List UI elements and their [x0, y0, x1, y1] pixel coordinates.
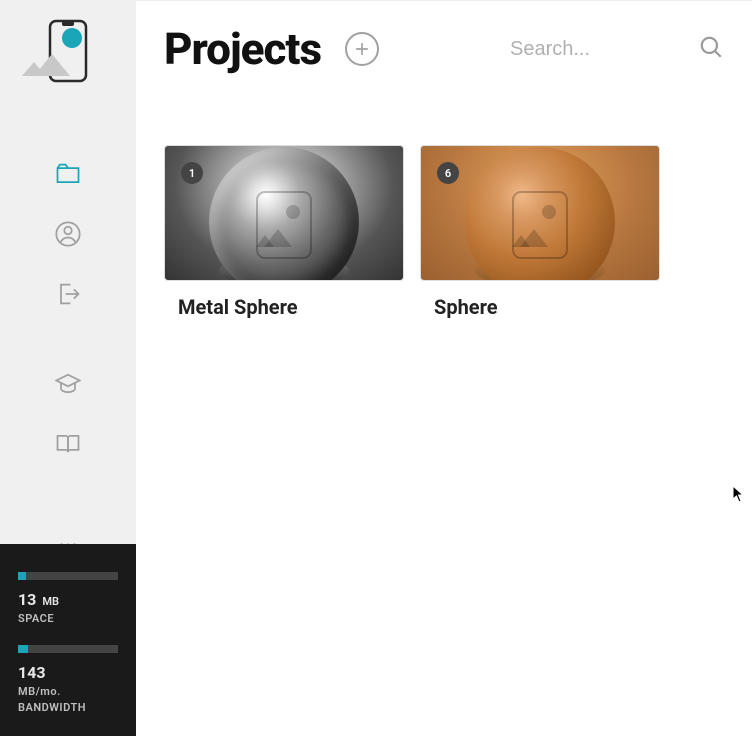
- project-thumbnail: 6: [420, 145, 660, 281]
- main: Projects 1: [136, 0, 752, 736]
- usage-space-value: 13: [18, 590, 36, 609]
- search-icon[interactable]: [698, 34, 724, 64]
- usage-space-label: SPACE: [18, 612, 118, 625]
- project-grid: 1 Metal Sphere 6: [164, 145, 724, 319]
- search-input[interactable]: [510, 38, 690, 61]
- project-title: Metal Sphere: [164, 295, 404, 319]
- nav-account[interactable]: [48, 214, 88, 254]
- usage-space-bar: [18, 572, 118, 580]
- nav-projects[interactable]: [48, 154, 88, 194]
- project-title: Sphere: [420, 295, 660, 319]
- usage-bandwidth-value: 143: [18, 663, 46, 682]
- project-thumbnail: 1: [164, 145, 404, 281]
- header: Projects: [164, 23, 724, 75]
- usage-space-unit: MB: [42, 595, 59, 608]
- add-project-button[interactable]: [345, 32, 379, 66]
- project-card[interactable]: 6 Sphere: [420, 145, 660, 319]
- nav-docs[interactable]: [48, 424, 88, 464]
- sidebar: 13 MB SPACE 143 MB/mo. BANDWIDTH: [0, 0, 136, 736]
- usage-panel: 13 MB SPACE 143 MB/mo. BANDWIDTH: [0, 544, 136, 736]
- usage-bandwidth: 143 MB/mo. BANDWIDTH: [18, 645, 118, 714]
- usage-bandwidth-label: BANDWIDTH: [18, 701, 118, 714]
- usage-bandwidth-unit: MB/mo.: [18, 685, 118, 698]
- project-badge: 1: [181, 162, 203, 184]
- project-badge: 6: [437, 162, 459, 184]
- usage-space: 13 MB SPACE: [18, 572, 118, 625]
- project-card[interactable]: 1 Metal Sphere: [164, 145, 404, 319]
- nav-learn[interactable]: [48, 364, 88, 404]
- nav-logout[interactable]: [48, 274, 88, 314]
- usage-bandwidth-bar: [18, 645, 118, 653]
- search: [510, 34, 724, 64]
- page-title: Projects: [164, 23, 321, 75]
- app-logo[interactable]: [40, 18, 96, 84]
